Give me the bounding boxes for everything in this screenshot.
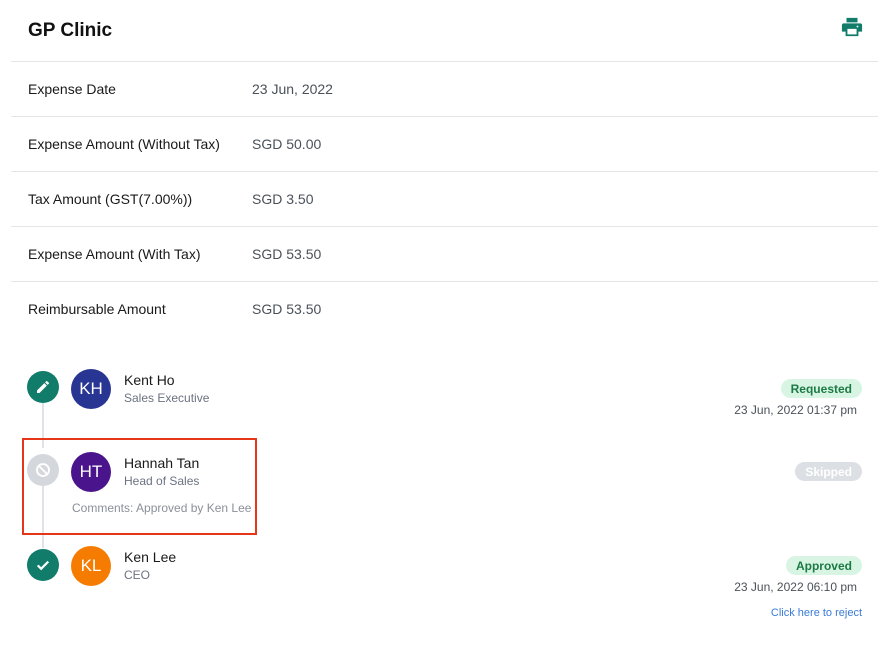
check-icon <box>27 549 59 581</box>
status-badge: Approved <box>785 556 862 575</box>
avatar: KL <box>71 546 111 586</box>
approver-name: Ken Lee <box>124 549 177 565</box>
expense-details: Expense Date 23 Jun, 2022 Expense Amount… <box>11 61 878 336</box>
avatar: KH <box>71 369 111 409</box>
detail-label: Expense Amount (With Tax) <box>28 246 201 262</box>
detail-value: 23 Jun, 2022 <box>252 81 333 97</box>
status-badge: Requested <box>780 379 862 398</box>
detail-label: Tax Amount (GST(7.00%)) <box>28 191 193 207</box>
pencil-icon <box>27 371 59 403</box>
detail-row-tax-amount: Tax Amount (GST(7.00%)) SGD 3.50 <box>11 171 878 226</box>
reject-link[interactable]: Click here to reject <box>771 607 862 619</box>
approver-role: CEO <box>124 568 151 582</box>
approver-role: Sales Executive <box>124 391 210 405</box>
detail-row-amount-with-tax: Expense Amount (With Tax) SGD 53.50 <box>11 226 878 281</box>
timestamp: 23 Jun, 2022 06:10 pm <box>734 580 857 594</box>
printer-icon[interactable] <box>841 16 863 38</box>
detail-row-reimbursable-amount: Reimbursable Amount SGD 53.50 <box>11 281 878 336</box>
detail-value: SGD 53.50 <box>252 246 322 262</box>
approver-name: Kent Ho <box>124 372 175 388</box>
detail-row-amount-without-tax: Expense Amount (Without Tax) SGD 50.00 <box>11 116 878 171</box>
detail-value: SGD 3.50 <box>252 191 314 207</box>
detail-value: SGD 50.00 <box>252 136 322 152</box>
page-title: GP Clinic <box>28 20 113 41</box>
detail-value: SGD 53.50 <box>252 301 322 317</box>
highlight-box <box>22 438 257 535</box>
detail-row-expense-date: Expense Date 23 Jun, 2022 <box>11 61 878 116</box>
detail-label: Expense Amount (Without Tax) <box>28 136 220 152</box>
detail-label: Expense Date <box>28 81 116 97</box>
detail-label: Reimbursable Amount <box>28 301 166 317</box>
timestamp: 23 Jun, 2022 01:37 pm <box>734 403 857 417</box>
status-badge: Skipped <box>795 462 862 481</box>
